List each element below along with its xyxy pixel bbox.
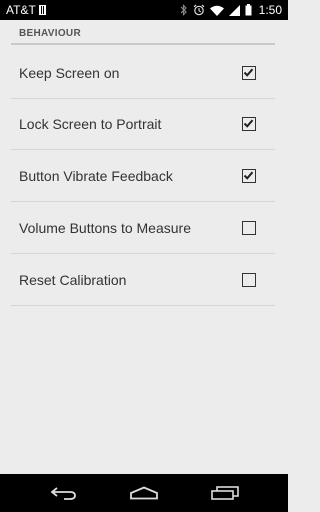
battery-icon (245, 4, 252, 16)
alarm-icon (193, 4, 205, 16)
recents-button[interactable] (195, 474, 255, 512)
pref-label: Reset Calibration (19, 272, 127, 288)
pref-button-vibrate[interactable]: Button Vibrate Feedback (11, 151, 275, 202)
status-icons: 1:50 (180, 3, 282, 17)
carrier-group: AT&T (6, 3, 46, 17)
pref-label: Volume Buttons to Measure (19, 220, 191, 236)
back-icon (50, 487, 76, 500)
home-button[interactable] (114, 474, 174, 512)
keep-screen-on-checkbox[interactable] (242, 66, 256, 80)
sim-icon (38, 5, 46, 15)
pref-keep-screen-on[interactable]: Keep Screen on (11, 48, 275, 99)
bluetooth-icon (180, 4, 187, 16)
checkmark-icon (243, 119, 254, 128)
lock-portrait-checkbox[interactable] (242, 117, 256, 131)
section-header: BEHAVIOUR (11, 25, 275, 45)
reset-calibration-checkbox[interactable] (242, 273, 256, 287)
pref-lock-screen-portrait[interactable]: Lock Screen to Portrait (11, 99, 275, 150)
clock: 1:50 (258, 3, 282, 17)
volume-measure-checkbox[interactable] (242, 221, 256, 235)
pref-reset-calibration[interactable]: Reset Calibration (11, 255, 275, 306)
wifi-icon (209, 5, 224, 16)
checkmark-icon (243, 171, 254, 180)
vibrate-feedback-checkbox[interactable] (242, 169, 256, 183)
carrier-name: AT&T (6, 3, 36, 17)
signal-icon (228, 4, 240, 16)
pref-label: Button Vibrate Feedback (19, 168, 173, 184)
settings-screen: BEHAVIOUR Keep Screen on Lock Screen to … (0, 20, 288, 474)
pref-label: Keep Screen on (19, 65, 120, 81)
back-button[interactable] (34, 474, 94, 512)
pref-volume-buttons-measure[interactable]: Volume Buttons to Measure (11, 203, 275, 254)
recents-icon (211, 486, 239, 500)
home-icon (130, 486, 158, 500)
navigation-bar (0, 474, 288, 512)
checkmark-icon (243, 68, 254, 77)
pref-label: Lock Screen to Portrait (19, 116, 162, 132)
status-bar: AT&T 1:50 (0, 0, 288, 20)
